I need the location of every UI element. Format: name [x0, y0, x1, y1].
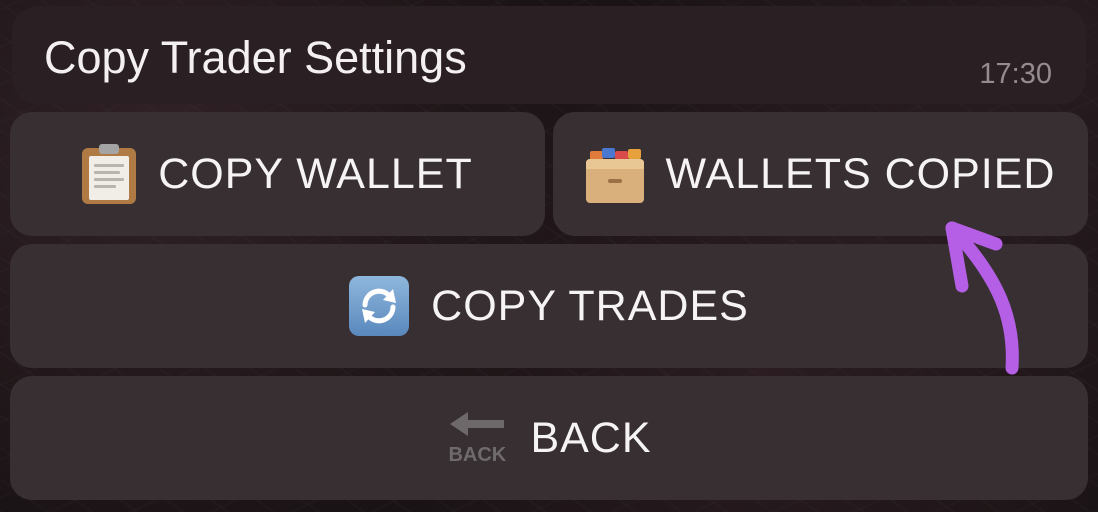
refresh-icon — [349, 276, 410, 336]
copy-wallet-label: COPY WALLET — [158, 150, 473, 198]
clipboard-icon — [82, 144, 137, 204]
copy-trades-button[interactable]: COPY TRADES — [10, 244, 1088, 368]
card-file-box-icon — [585, 145, 644, 203]
wallets-copied-button[interactable]: WALLETS COPIED — [553, 112, 1088, 236]
copy-wallet-button[interactable]: COPY WALLET — [10, 112, 545, 236]
back-icon-text: BACK — [448, 444, 507, 466]
message-title: Copy Trader Settings — [44, 32, 467, 83]
back-button[interactable]: BACK BACK — [10, 376, 1088, 500]
message-timestamp: 17:30 — [979, 58, 1052, 90]
back-label: BACK — [530, 414, 652, 462]
wallets-copied-label: WALLETS COPIED — [665, 150, 1056, 198]
copy-trades-label: COPY TRADES — [431, 282, 749, 330]
bot-message-bubble: Copy Trader Settings 17:30 — [12, 6, 1086, 104]
back-arrow-icon: BACK — [446, 408, 508, 468]
